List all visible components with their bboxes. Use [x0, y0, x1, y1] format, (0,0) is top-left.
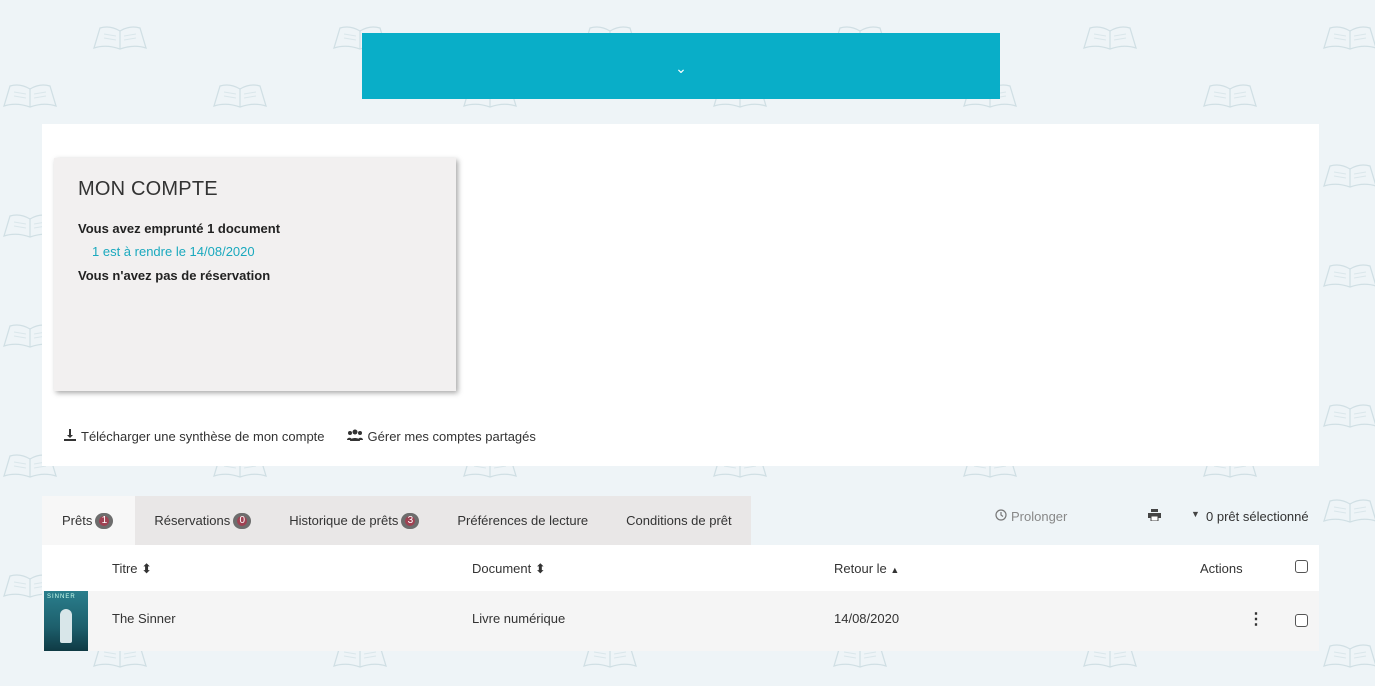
due-date-link[interactable]: 1 est à rendre le 14/08/2020: [92, 244, 255, 259]
users-icon: [346, 429, 363, 444]
print-icon: [1148, 509, 1161, 524]
shared-accounts-label: Gérer mes comptes partagés: [367, 429, 536, 444]
column-header-document[interactable]: Document ⬍: [472, 561, 546, 577]
sort-icon: ⬍: [141, 561, 153, 576]
count-badge: 1: [95, 512, 114, 529]
loans-table: Titre ⬍ Document ⬍ Retour le ▲ Actions S…: [42, 545, 1319, 651]
column-header-return[interactable]: Retour le ▲: [834, 561, 899, 576]
selection-count: 0 prêt sélectionné: [1206, 509, 1309, 524]
column-header-actions: Actions: [1200, 561, 1243, 576]
row-document: Livre numérique: [472, 611, 566, 626]
print-button[interactable]: [1148, 509, 1161, 524]
sort-asc-icon: ▲: [890, 565, 900, 575]
table-row: SINNER The Sinner Livre numérique 14/08/…: [42, 591, 1319, 651]
top-banner-toggle[interactable]: ⌄: [362, 33, 1000, 99]
row-title: The Sinner: [112, 611, 176, 626]
count-badge: 3: [401, 512, 420, 529]
clock-icon: [995, 509, 1007, 524]
tab-reservations[interactable]: Réservations 0: [135, 496, 271, 545]
account-links: Télécharger une synthèse de mon compte G…: [64, 429, 536, 444]
loan-tabs: Prêts 1 Réservations 0 Historique de prê…: [42, 496, 751, 545]
tab-historique[interactable]: Historique de prêts 3: [270, 496, 439, 545]
column-header-title[interactable]: Titre ⬍: [112, 561, 152, 577]
chevron-down-icon: ⌄: [675, 59, 687, 76]
prolonger-button[interactable]: Prolonger: [995, 509, 1067, 524]
count-badge: 0: [233, 512, 252, 529]
caret-down-icon[interactable]: ▼: [1191, 509, 1200, 519]
account-title: MON COMPTE: [78, 178, 218, 200]
reservation-status: Vous n'avez pas de réservation: [78, 268, 271, 283]
download-summary-label: Télécharger une synthèse de mon compte: [81, 429, 325, 444]
row-return-date: 14/08/2020: [834, 611, 900, 626]
row-actions-menu-icon[interactable]: ⋮: [1248, 609, 1264, 629]
tab-prets[interactable]: Prêts 1: [42, 496, 136, 545]
table-header: Titre ⬍ Document ⬍ Retour le ▲ Actions: [42, 545, 1319, 591]
tab-preferences[interactable]: Préférences de lecture: [438, 496, 608, 545]
account-summary-card: MON COMPTE Vous avez emprunté 1 document…: [54, 158, 456, 391]
book-cover-image[interactable]: SINNER: [44, 591, 88, 651]
row-select-checkbox[interactable]: [1295, 614, 1308, 627]
select-all-checkbox[interactable]: [1295, 560, 1308, 573]
sort-icon: ⬍: [534, 561, 546, 576]
download-icon: [64, 429, 76, 444]
tab-conditions[interactable]: Conditions de prêt: [607, 496, 751, 545]
shared-accounts-link[interactable]: Gérer mes comptes partagés: [346, 429, 536, 444]
download-summary-link[interactable]: Télécharger une synthèse de mon compte: [64, 429, 325, 444]
borrowed-count: Vous avez emprunté 1 document: [78, 221, 281, 236]
